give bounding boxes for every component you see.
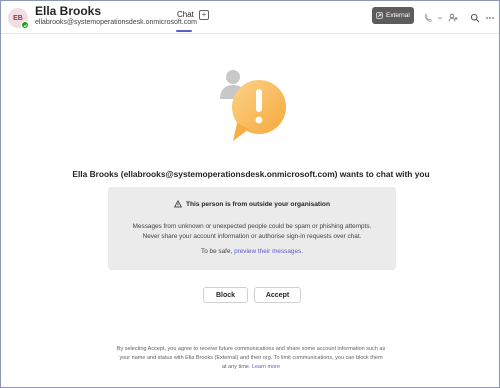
app-window: EB Ella Brooks ellabrooks@systemoperatio… xyxy=(0,0,500,388)
tab-active-indicator xyxy=(176,30,192,32)
safety-tip-text: To be safe, xyxy=(201,248,233,255)
accept-disclaimer: By selecting Accept, you agree to receiv… xyxy=(91,345,411,372)
plus-icon: + xyxy=(201,10,207,19)
warning-body: Messages from unknown or unexpected peop… xyxy=(108,222,396,242)
external-warning-illustration-icon xyxy=(220,70,286,141)
external-badge[interactable]: External xyxy=(372,7,414,24)
warning-triangle-icon xyxy=(174,200,182,208)
more-options-icon[interactable] xyxy=(485,10,495,20)
accept-button[interactable]: Accept xyxy=(254,287,301,303)
chat-request-heading: Ella Brooks (ellabrooks@systemoperations… xyxy=(72,169,430,179)
warning-title: This person is from outside your organis… xyxy=(186,200,330,208)
disclaimer-line-3-text: at any time. xyxy=(221,364,251,370)
add-people-icon[interactable] xyxy=(448,10,458,22)
disclaimer-line-1: By selecting Accept, you agree to receiv… xyxy=(116,346,386,352)
external-label: External xyxy=(386,12,410,19)
chat-header: EB Ella Brooks ellabrooks@systemoperatio… xyxy=(1,1,499,34)
search-icon[interactable] xyxy=(470,10,480,23)
contact-email: ellabrooks@systemoperationsdesk.onmicros… xyxy=(35,19,197,26)
tab-chat[interactable]: Chat xyxy=(177,10,194,19)
warning-line-2: Never share your account information or … xyxy=(142,233,362,240)
preview-messages-link[interactable]: preview their messages. xyxy=(234,248,303,255)
contact-name: Ella Brooks xyxy=(35,4,102,18)
learn-more-link[interactable]: Learn more xyxy=(252,364,280,370)
warning-line-1: Messages from unknown or unexpected peop… xyxy=(132,223,372,230)
external-org-icon xyxy=(376,12,383,19)
add-tab-button[interactable]: + xyxy=(199,10,209,20)
safety-tip: To be safe, preview their messages. xyxy=(108,248,396,255)
block-button[interactable]: Block xyxy=(203,287,248,303)
chevron-down-icon[interactable] xyxy=(435,10,443,20)
external-warning-panel: This person is from outside your organis… xyxy=(108,187,396,270)
presence-available-icon xyxy=(21,21,29,29)
disclaimer-line-3: at any time. Learn more xyxy=(91,363,411,372)
warning-title-row: This person is from outside your organis… xyxy=(108,200,396,208)
avatar-initials: EB xyxy=(13,14,23,22)
call-icon[interactable] xyxy=(423,10,433,22)
disclaimer-line-2: your name and status with Ella Brooks (E… xyxy=(119,355,383,361)
